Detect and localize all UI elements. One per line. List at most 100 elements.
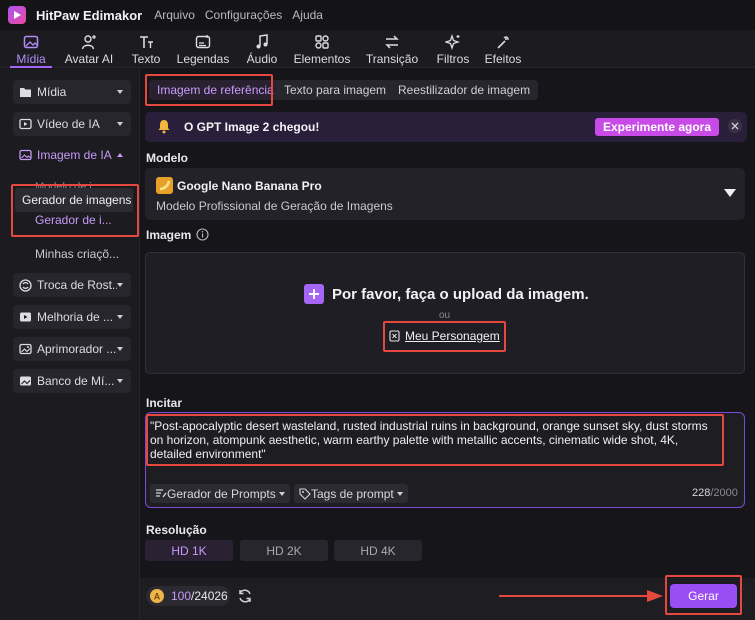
chevron-down-icon[interactable] xyxy=(724,189,736,197)
close-banner-button[interactable] xyxy=(728,119,742,133)
tab-texto-para-imagem[interactable]: Texto para imagem xyxy=(276,80,395,100)
avatar-icon xyxy=(81,35,96,50)
close-icon xyxy=(731,122,739,130)
upload-prompt-text: Por favor, faça o upload da imagem. xyxy=(332,286,589,303)
resolution-hd-2k[interactable]: HD 2K xyxy=(240,540,328,561)
sidebar-item-melhoria[interactable]: Melhoria de ... xyxy=(13,305,131,329)
tool-label: Filtros xyxy=(436,52,470,66)
sidebar-item-imagem-ia[interactable]: Imagem de IA xyxy=(13,143,131,167)
elements-icon xyxy=(315,35,329,49)
svg-text:A: A xyxy=(154,592,161,602)
chevron-down-icon xyxy=(117,315,123,319)
resolution-hd-4k[interactable]: HD 4K xyxy=(334,540,422,561)
enhance-icon xyxy=(20,312,31,322)
sidebar-sub-gerador[interactable]: Gerador de i... xyxy=(35,213,112,227)
try-now-button[interactable]: Experimente agora xyxy=(595,118,719,136)
resolution-section-label: Resolução xyxy=(146,523,207,537)
tool-audio[interactable]: Áudio xyxy=(243,31,281,67)
chevron-down-icon xyxy=(117,283,123,287)
chevron-down-icon xyxy=(278,491,285,496)
menu-ajuda[interactable]: Ajuda xyxy=(292,8,323,22)
prompt-tags-dropdown[interactable]: Tags de prompt xyxy=(294,484,408,503)
media-icon xyxy=(23,35,39,49)
sidebar-item-midia[interactable]: Mídia xyxy=(13,80,131,104)
tool-transicao[interactable]: Transição xyxy=(363,31,421,67)
app-name: HitPaw Edimakor xyxy=(36,7,143,23)
model-name: Google Nano Banana Pro xyxy=(177,179,322,193)
character-icon xyxy=(389,330,400,342)
tab-reestilizador[interactable]: Reestilizador de imagem xyxy=(390,80,539,100)
tool-efeitos[interactable]: Efeitos xyxy=(483,31,523,67)
chevron-down-icon xyxy=(396,491,403,496)
subtitles-icon xyxy=(195,35,211,49)
image-section-label: Imagem xyxy=(146,228,192,242)
chevron-down-icon xyxy=(117,379,123,383)
refresh-icon[interactable] xyxy=(237,588,253,604)
sparkle-icon xyxy=(445,34,461,50)
tool-filtros[interactable]: Filtros xyxy=(433,31,473,67)
resolution-hd-1k[interactable]: HD 1K xyxy=(145,540,233,561)
tool-avatar-ai[interactable]: Avatar AI xyxy=(58,31,120,67)
info-icon[interactable] xyxy=(196,228,209,241)
sidebar-item-label: Mídia xyxy=(37,85,67,99)
list-edit-icon xyxy=(156,489,167,498)
face-swap-icon xyxy=(19,278,32,292)
sidebar-item-banco-midia[interactable]: Banco de Mí... xyxy=(13,369,131,393)
sidebar-item-video-ia[interactable]: Vídeo de IA xyxy=(13,112,131,136)
tool-label: Avatar AI xyxy=(64,52,114,66)
tool-label: Elementos xyxy=(293,52,351,66)
sidebar-sub-minhas-criacoes[interactable]: Minhas criaçõ... xyxy=(35,247,119,261)
char-count-max: /2000 xyxy=(710,487,738,499)
tool-legendas[interactable]: Legendas xyxy=(175,31,231,67)
transition-icon xyxy=(385,35,399,49)
prompt-generator-label: Gerador de Prompts xyxy=(167,486,276,501)
banner-text: O GPT Image 2 chegou! xyxy=(184,120,320,134)
my-character-label: Meu Personagem xyxy=(405,329,500,343)
coin-icon: A xyxy=(150,589,164,603)
sidebar-item-aprimorador[interactable]: Aprimorador ... xyxy=(13,337,131,361)
sidebar-item-label: Troca de Rost... xyxy=(37,278,117,292)
tool-label: Efeitos xyxy=(484,52,522,66)
sidebar-item-label: Melhoria de ... xyxy=(37,310,114,324)
music-note-icon xyxy=(256,34,268,49)
tool-midia[interactable]: Mídia xyxy=(10,31,52,67)
credits-total: /24026 xyxy=(191,589,228,603)
menu-configuracoes[interactable]: Configurações xyxy=(205,8,282,22)
credits-badge: A 100/24026 xyxy=(146,586,230,606)
folder-icon xyxy=(20,88,31,97)
sidebar-item-label: Vídeo de IA xyxy=(37,117,100,131)
banana-model-icon xyxy=(156,177,173,194)
effects-icon xyxy=(497,36,509,49)
model-section-label: Modelo xyxy=(146,151,188,165)
tool-elementos[interactable]: Elementos xyxy=(292,31,352,67)
tool-label: Texto xyxy=(131,52,161,66)
text-icon xyxy=(140,36,153,48)
app-logo-icon xyxy=(8,6,26,24)
tool-label: Áudio xyxy=(246,52,278,66)
sidebar-item-troca-rosto[interactable]: Troca de Rost... xyxy=(13,273,131,297)
generate-button[interactable]: Gerar xyxy=(670,584,737,608)
tool-texto[interactable]: Texto xyxy=(127,31,165,67)
chevron-down-icon xyxy=(117,90,123,94)
red-arrow-annotation xyxy=(499,590,663,602)
tab-imagem-referencia[interactable]: Imagem de referência xyxy=(149,80,282,100)
my-character-link[interactable]: Meu Personagem xyxy=(389,326,503,346)
prompt-text[interactable]: "Post-apocalyptic desert wasteland, rust… xyxy=(150,419,718,461)
prompt-generator-dropdown[interactable]: Gerador de Prompts xyxy=(150,484,290,503)
media-bank-icon xyxy=(20,376,31,386)
active-tool-underline xyxy=(10,66,52,68)
image-ai-icon xyxy=(19,149,32,161)
enhancer-icon xyxy=(19,343,32,355)
menu-arquivo[interactable]: Arquivo xyxy=(154,8,195,22)
credits-used: 100 xyxy=(171,589,192,603)
chevron-down-icon xyxy=(117,347,123,351)
upload-plus-icon[interactable] xyxy=(304,284,324,304)
title-bar: HitPaw Edimakor Arquivo Configurações Aj… xyxy=(0,0,755,30)
prompt-section-label: Incitar xyxy=(146,396,183,410)
prompt-tags-label: Tags de prompt xyxy=(311,486,394,501)
model-description: Modelo Profissional de Geração de Imagen… xyxy=(156,199,393,213)
tool-label: Transição xyxy=(365,52,419,66)
char-count: 228/2000 xyxy=(692,487,738,499)
chevron-down-icon xyxy=(117,122,123,126)
tag-icon xyxy=(299,487,311,500)
